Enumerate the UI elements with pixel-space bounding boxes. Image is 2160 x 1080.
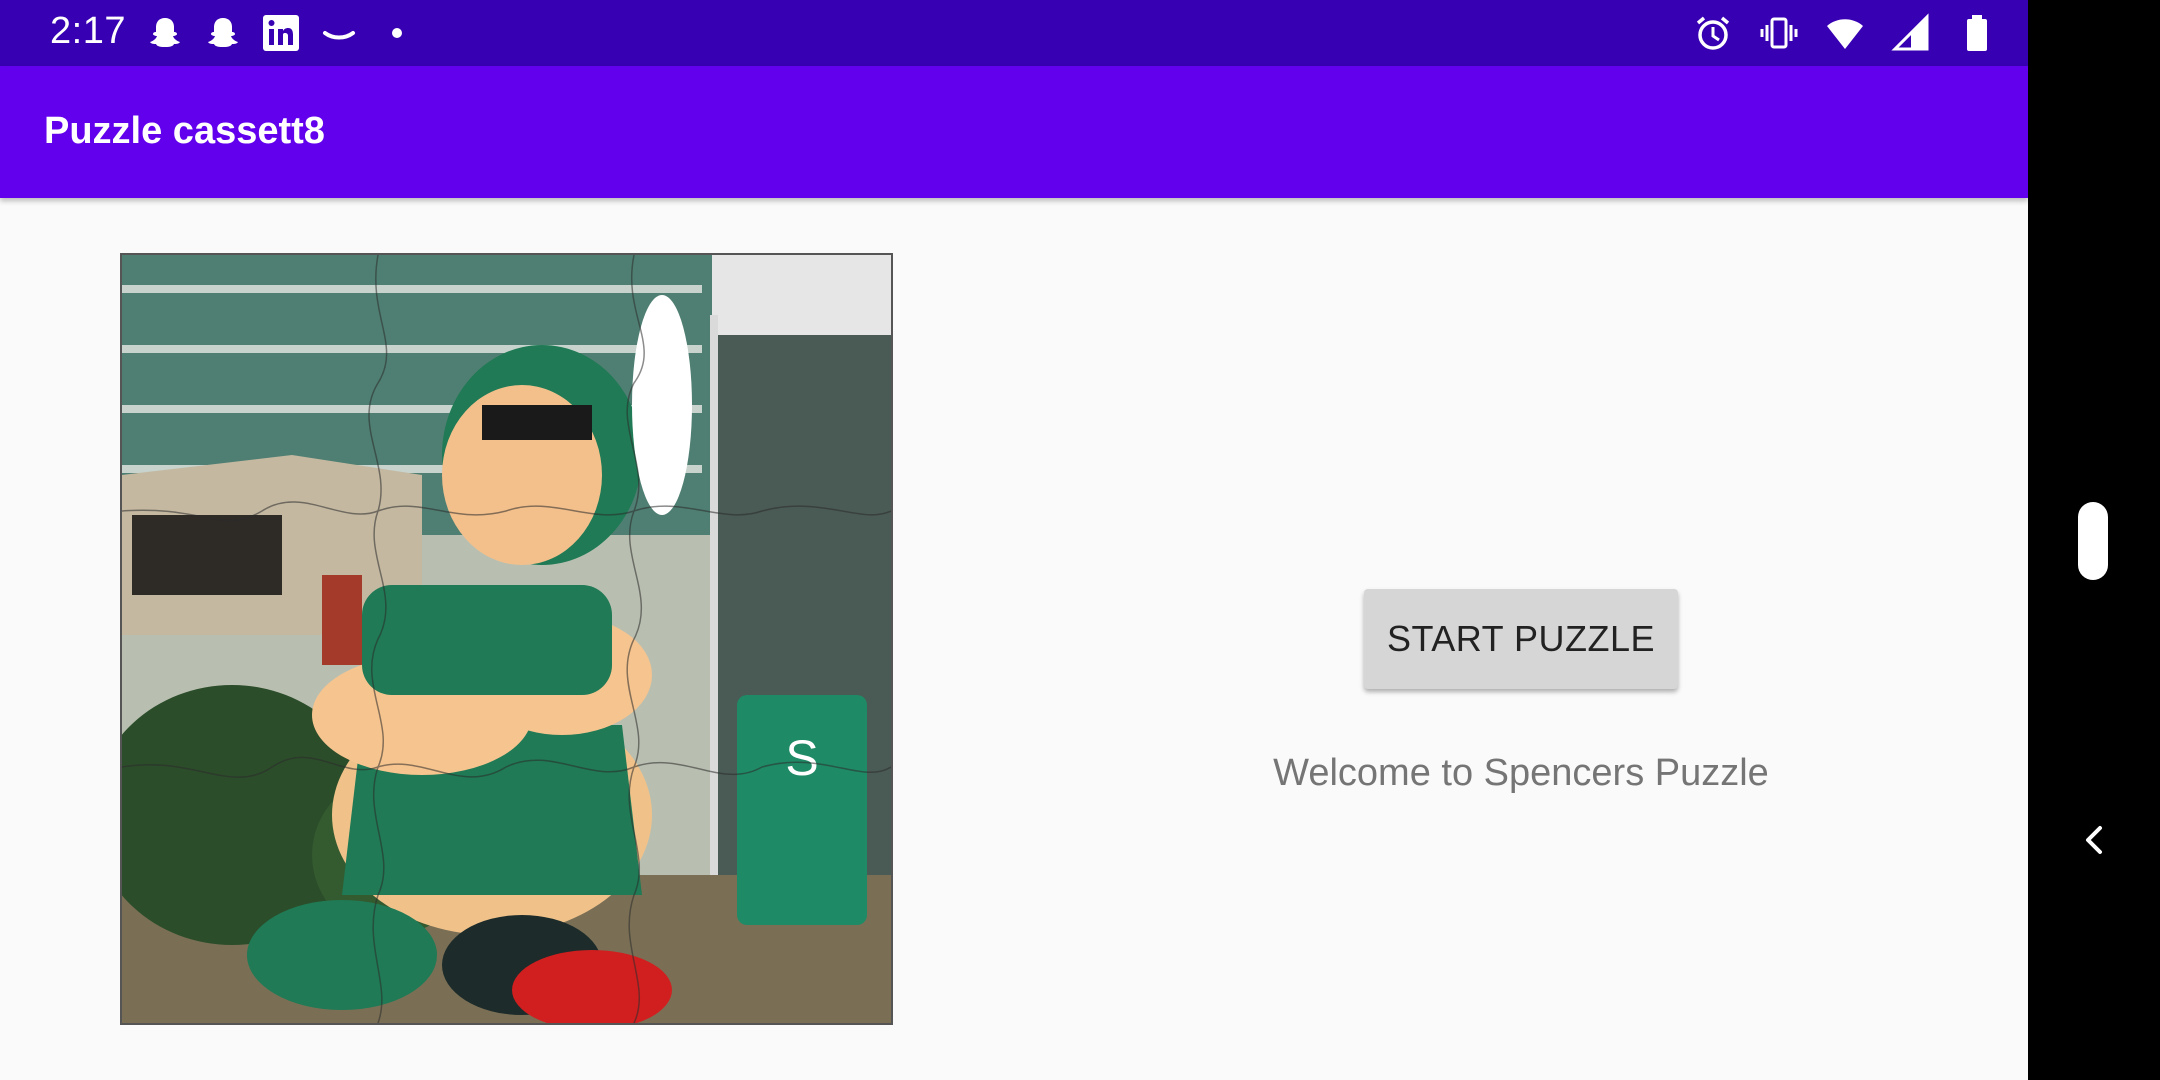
home-button[interactable]	[2078, 502, 2108, 580]
puzzle-illustration: S	[122, 255, 891, 1023]
snapchat-icon	[200, 12, 246, 54]
status-bar: 2:17	[0, 0, 2028, 66]
linkedin-icon	[258, 12, 304, 54]
back-button[interactable]	[2072, 818, 2116, 862]
navigation-bar	[2028, 0, 2160, 1080]
wifi-icon	[1822, 12, 1868, 54]
app-bar: Puzzle cassett8	[0, 66, 2028, 198]
dot-icon	[374, 12, 420, 54]
vibrate-icon	[1756, 12, 1802, 54]
system-icons	[1690, 12, 2000, 54]
clock: 2:17	[50, 10, 126, 52]
signal-icon	[1888, 12, 1934, 54]
start-puzzle-button[interactable]: START PUZZLE	[1364, 589, 1678, 689]
puzzle-image[interactable]: S	[120, 253, 893, 1025]
chevron-left-icon	[2086, 826, 2102, 854]
welcome-text: Welcome to Spencers Puzzle	[1273, 752, 1769, 794]
notification-icons	[142, 12, 420, 54]
svg-text:S: S	[785, 730, 818, 786]
app-title: Puzzle cassett8	[44, 110, 325, 152]
battery-icon	[1954, 12, 2000, 54]
snapchat-icon	[142, 12, 188, 54]
alarm-icon	[1690, 12, 1736, 54]
amazon-icon	[316, 12, 362, 54]
